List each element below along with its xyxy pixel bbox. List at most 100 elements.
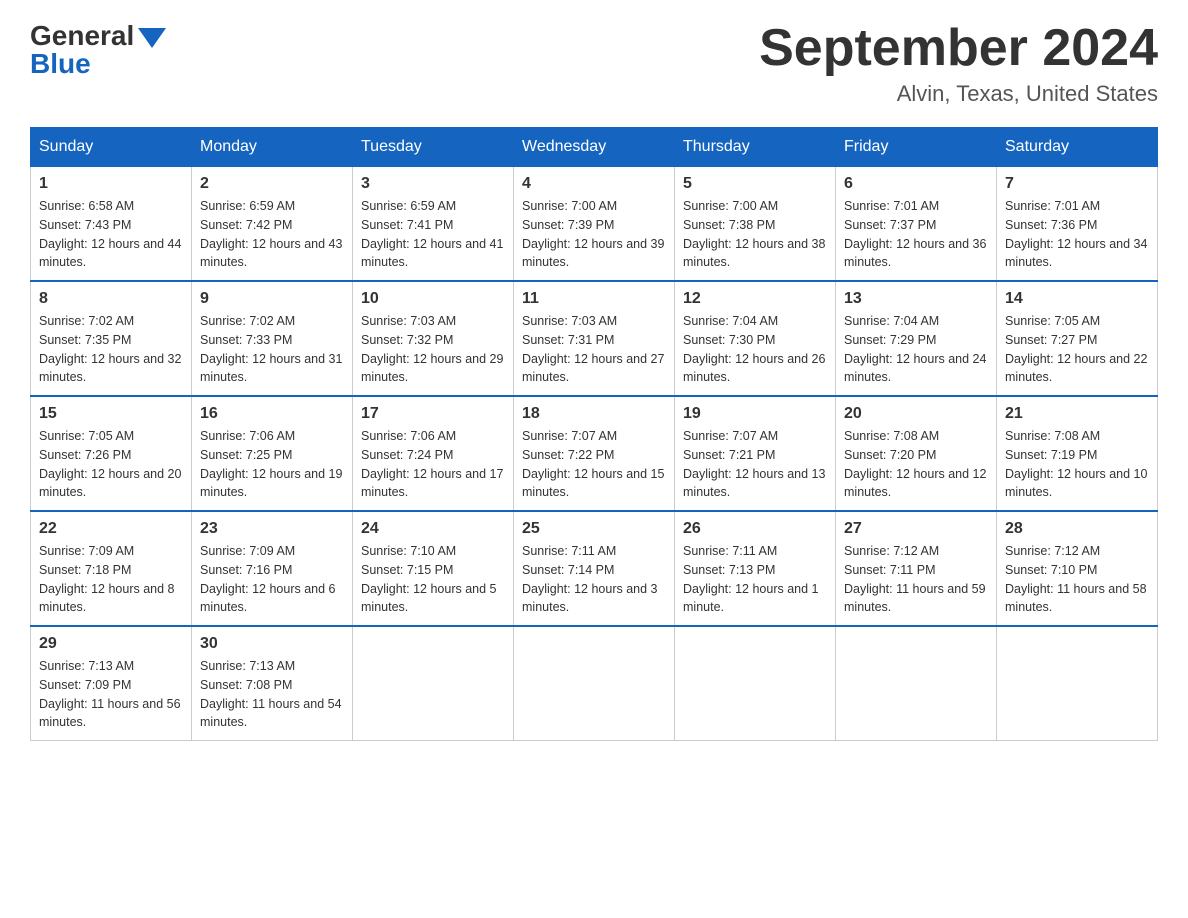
day-number: 23 [200, 520, 344, 538]
day-info: Sunrise: 7:10 AMSunset: 7:15 PMDaylight:… [361, 542, 505, 617]
day-number: 20 [844, 405, 988, 423]
calendar-header-tuesday: Tuesday [353, 128, 514, 167]
calendar-cell: 6 Sunrise: 7:01 AMSunset: 7:37 PMDayligh… [836, 167, 997, 282]
day-number: 1 [39, 175, 183, 193]
day-number: 26 [683, 520, 827, 538]
day-info: Sunrise: 7:09 AMSunset: 7:16 PMDaylight:… [200, 542, 344, 617]
calendar-header-wednesday: Wednesday [514, 128, 675, 167]
month-title: September 2024 [759, 20, 1158, 77]
day-info: Sunrise: 7:13 AMSunset: 7:08 PMDaylight:… [200, 657, 344, 732]
calendar-cell [836, 626, 997, 741]
day-info: Sunrise: 7:01 AMSunset: 7:36 PMDaylight:… [1005, 197, 1149, 272]
calendar-cell: 8 Sunrise: 7:02 AMSunset: 7:35 PMDayligh… [31, 281, 192, 396]
calendar-week-row: 29 Sunrise: 7:13 AMSunset: 7:09 PMDaylig… [31, 626, 1158, 741]
day-number: 24 [361, 520, 505, 538]
calendar-cell: 26 Sunrise: 7:11 AMSunset: 7:13 PMDaylig… [675, 511, 836, 626]
day-number: 16 [200, 405, 344, 423]
calendar-cell: 13 Sunrise: 7:04 AMSunset: 7:29 PMDaylig… [836, 281, 997, 396]
day-number: 30 [200, 635, 344, 653]
day-number: 3 [361, 175, 505, 193]
calendar-week-row: 15 Sunrise: 7:05 AMSunset: 7:26 PMDaylig… [31, 396, 1158, 511]
calendar-cell: 24 Sunrise: 7:10 AMSunset: 7:15 PMDaylig… [353, 511, 514, 626]
calendar-cell: 11 Sunrise: 7:03 AMSunset: 7:31 PMDaylig… [514, 281, 675, 396]
calendar-cell [675, 626, 836, 741]
day-info: Sunrise: 7:00 AMSunset: 7:38 PMDaylight:… [683, 197, 827, 272]
day-info: Sunrise: 7:03 AMSunset: 7:32 PMDaylight:… [361, 312, 505, 387]
calendar-cell: 16 Sunrise: 7:06 AMSunset: 7:25 PMDaylig… [192, 396, 353, 511]
calendar-header-row: SundayMondayTuesdayWednesdayThursdayFrid… [31, 128, 1158, 167]
calendar-cell: 14 Sunrise: 7:05 AMSunset: 7:27 PMDaylig… [997, 281, 1158, 396]
calendar-cell: 22 Sunrise: 7:09 AMSunset: 7:18 PMDaylig… [31, 511, 192, 626]
calendar-cell: 12 Sunrise: 7:04 AMSunset: 7:30 PMDaylig… [675, 281, 836, 396]
calendar-cell: 23 Sunrise: 7:09 AMSunset: 7:16 PMDaylig… [192, 511, 353, 626]
day-info: Sunrise: 7:11 AMSunset: 7:13 PMDaylight:… [683, 542, 827, 617]
day-number: 21 [1005, 405, 1149, 423]
calendar-cell: 1 Sunrise: 6:58 AMSunset: 7:43 PMDayligh… [31, 167, 192, 282]
calendar-week-row: 8 Sunrise: 7:02 AMSunset: 7:35 PMDayligh… [31, 281, 1158, 396]
calendar-cell: 17 Sunrise: 7:06 AMSunset: 7:24 PMDaylig… [353, 396, 514, 511]
calendar-cell: 29 Sunrise: 7:13 AMSunset: 7:09 PMDaylig… [31, 626, 192, 741]
calendar-cell: 5 Sunrise: 7:00 AMSunset: 7:38 PMDayligh… [675, 167, 836, 282]
location-text: Alvin, Texas, United States [759, 81, 1158, 107]
day-number: 29 [39, 635, 183, 653]
day-number: 25 [522, 520, 666, 538]
title-area: September 2024 Alvin, Texas, United Stat… [759, 20, 1158, 107]
day-info: Sunrise: 7:00 AMSunset: 7:39 PMDaylight:… [522, 197, 666, 272]
calendar-cell [514, 626, 675, 741]
calendar-cell [997, 626, 1158, 741]
calendar-cell: 27 Sunrise: 7:12 AMSunset: 7:11 PMDaylig… [836, 511, 997, 626]
day-number: 28 [1005, 520, 1149, 538]
calendar-header-monday: Monday [192, 128, 353, 167]
day-info: Sunrise: 6:59 AMSunset: 7:42 PMDaylight:… [200, 197, 344, 272]
day-number: 14 [1005, 290, 1149, 308]
calendar-cell: 15 Sunrise: 7:05 AMSunset: 7:26 PMDaylig… [31, 396, 192, 511]
calendar-cell: 30 Sunrise: 7:13 AMSunset: 7:08 PMDaylig… [192, 626, 353, 741]
day-number: 11 [522, 290, 666, 308]
day-info: Sunrise: 6:59 AMSunset: 7:41 PMDaylight:… [361, 197, 505, 272]
calendar-cell: 2 Sunrise: 6:59 AMSunset: 7:42 PMDayligh… [192, 167, 353, 282]
day-info: Sunrise: 7:03 AMSunset: 7:31 PMDaylight:… [522, 312, 666, 387]
calendar-cell: 10 Sunrise: 7:03 AMSunset: 7:32 PMDaylig… [353, 281, 514, 396]
calendar-week-row: 22 Sunrise: 7:09 AMSunset: 7:18 PMDaylig… [31, 511, 1158, 626]
day-number: 8 [39, 290, 183, 308]
day-number: 2 [200, 175, 344, 193]
day-number: 27 [844, 520, 988, 538]
day-number: 6 [844, 175, 988, 193]
day-info: Sunrise: 6:58 AMSunset: 7:43 PMDaylight:… [39, 197, 183, 272]
day-number: 7 [1005, 175, 1149, 193]
day-number: 15 [39, 405, 183, 423]
day-info: Sunrise: 7:07 AMSunset: 7:22 PMDaylight:… [522, 427, 666, 502]
day-info: Sunrise: 7:11 AMSunset: 7:14 PMDaylight:… [522, 542, 666, 617]
logo-blue-text: Blue [30, 48, 91, 80]
calendar-cell: 7 Sunrise: 7:01 AMSunset: 7:36 PMDayligh… [997, 167, 1158, 282]
logo: General Blue [30, 20, 166, 80]
day-info: Sunrise: 7:02 AMSunset: 7:33 PMDaylight:… [200, 312, 344, 387]
day-number: 17 [361, 405, 505, 423]
calendar-table: SundayMondayTuesdayWednesdayThursdayFrid… [30, 127, 1158, 741]
day-number: 9 [200, 290, 344, 308]
calendar-cell: 9 Sunrise: 7:02 AMSunset: 7:33 PMDayligh… [192, 281, 353, 396]
day-info: Sunrise: 7:12 AMSunset: 7:10 PMDaylight:… [1005, 542, 1149, 617]
page-header: General Blue September 2024 Alvin, Texas… [30, 20, 1158, 107]
calendar-week-row: 1 Sunrise: 6:58 AMSunset: 7:43 PMDayligh… [31, 167, 1158, 282]
day-info: Sunrise: 7:02 AMSunset: 7:35 PMDaylight:… [39, 312, 183, 387]
day-number: 5 [683, 175, 827, 193]
calendar-cell: 19 Sunrise: 7:07 AMSunset: 7:21 PMDaylig… [675, 396, 836, 511]
day-info: Sunrise: 7:13 AMSunset: 7:09 PMDaylight:… [39, 657, 183, 732]
day-info: Sunrise: 7:08 AMSunset: 7:19 PMDaylight:… [1005, 427, 1149, 502]
day-info: Sunrise: 7:01 AMSunset: 7:37 PMDaylight:… [844, 197, 988, 272]
day-number: 4 [522, 175, 666, 193]
calendar-cell: 3 Sunrise: 6:59 AMSunset: 7:41 PMDayligh… [353, 167, 514, 282]
logo-arrow-icon [138, 28, 166, 48]
day-info: Sunrise: 7:06 AMSunset: 7:24 PMDaylight:… [361, 427, 505, 502]
calendar-header-thursday: Thursday [675, 128, 836, 167]
day-number: 10 [361, 290, 505, 308]
day-info: Sunrise: 7:04 AMSunset: 7:29 PMDaylight:… [844, 312, 988, 387]
day-info: Sunrise: 7:12 AMSunset: 7:11 PMDaylight:… [844, 542, 988, 617]
day-info: Sunrise: 7:09 AMSunset: 7:18 PMDaylight:… [39, 542, 183, 617]
calendar-header-sunday: Sunday [31, 128, 192, 167]
day-info: Sunrise: 7:08 AMSunset: 7:20 PMDaylight:… [844, 427, 988, 502]
calendar-header-friday: Friday [836, 128, 997, 167]
calendar-cell: 4 Sunrise: 7:00 AMSunset: 7:39 PMDayligh… [514, 167, 675, 282]
day-number: 13 [844, 290, 988, 308]
